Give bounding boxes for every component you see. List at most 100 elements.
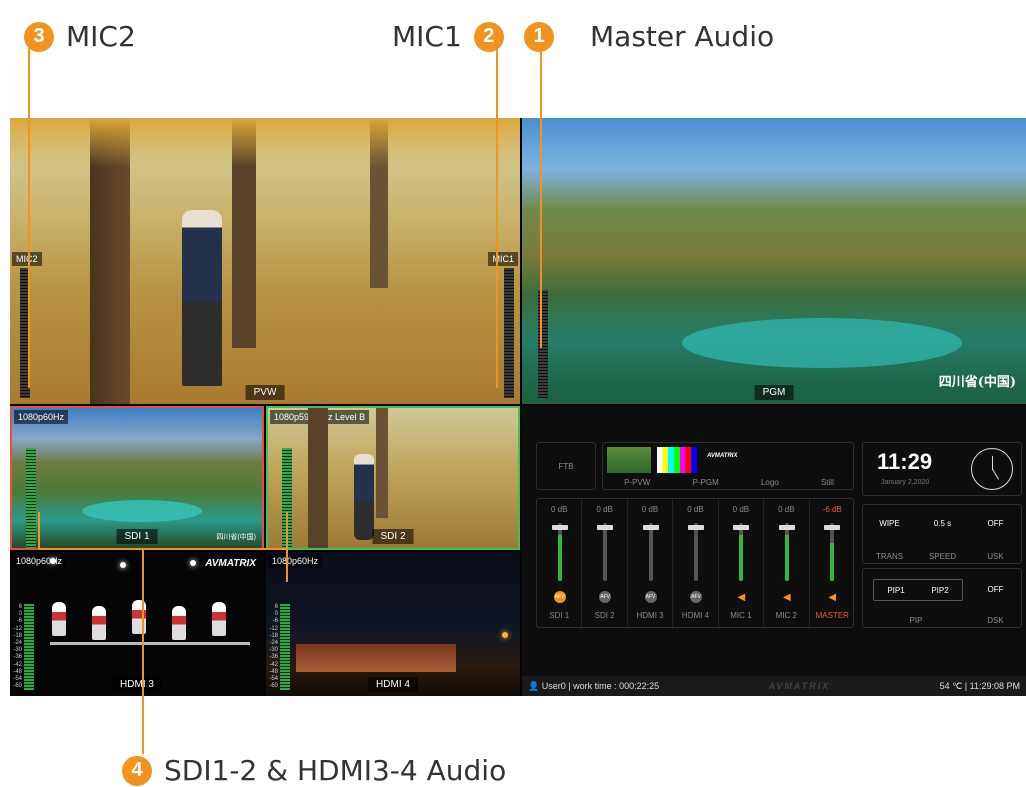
audio-mixer: 0 dB AFV SDI 10 dB AFV SDI 20 dB AFV HDMI 30 d… [536, 498, 855, 629]
fader-track[interactable] [603, 523, 608, 581]
fader-knob[interactable] [733, 525, 750, 530]
fader-track[interactable] [784, 523, 789, 581]
sdi2-label: SDI 2 [372, 529, 414, 544]
pip-group: PIP1 PIP2 [873, 579, 963, 601]
format-tag: 1080p60Hz [14, 410, 69, 424]
sdi1-label: SDI 1 [116, 529, 158, 544]
stage-light [120, 562, 126, 568]
source-tile-hdmi4[interactable]: 1080p60Hz 6 0 -6 -12 -18 -24 -30 -36 -42 -48 -54… [266, 552, 520, 696]
channel-name: HDMI 4 [681, 611, 710, 620]
callout-mic1: MIC1 2 [392, 20, 504, 53]
channel-name: HDMI 3 [636, 611, 664, 620]
callout-line-mic1 [496, 48, 498, 388]
dsk-label: DSK [987, 616, 1004, 625]
hdmi4-level-meter [280, 604, 290, 690]
speaker-icon[interactable]: ◀ [826, 591, 838, 603]
temp-time: 54 ℃ | 11:29:08 PM [939, 680, 1020, 691]
channel-db: 0 dB [550, 505, 568, 514]
pgm-watermark: 四川省(中国) [938, 375, 1016, 390]
ftb-button[interactable]: FTB [536, 442, 596, 490]
speed-value[interactable]: 0.5 s [916, 519, 969, 528]
dancer [212, 602, 226, 636]
multiview-screen: MIC2 MIC1 PVW 四川省(中国) PGM 1080p60Hz 四川省(… [10, 118, 1026, 696]
channel-strip-hdmi3: 0 dB AFV HDMI 3 [628, 499, 674, 629]
speaker-icon[interactable]: ◀ [781, 591, 793, 603]
callout-master-audio: 1 Master Audio [524, 20, 774, 53]
fader-track[interactable] [693, 523, 698, 581]
channel-db: 0 dB [732, 505, 750, 514]
callout-badge: 2 [473, 21, 504, 52]
transition-panel: WIPE 0.5 s OFF TRANS SPEED USK [862, 504, 1022, 564]
fader-knob[interactable] [642, 525, 659, 530]
trans-label: TRANS [875, 552, 904, 561]
clock-panel: 11:29 January 2,2020 [862, 442, 1022, 496]
preview-window[interactable]: MIC2 MIC1 PVW [10, 118, 520, 404]
afv-button[interactable]: AFV [553, 591, 566, 603]
channel-strip-sdi1: 0 dB AFV SDI 1 [537, 499, 583, 629]
hdmi3-label: HDMI 3 [112, 677, 162, 692]
stage-light [190, 560, 196, 566]
source-tile-sdi2[interactable]: 1080p59.94Hz Level B SDI 2 [266, 406, 520, 550]
usk-toggle[interactable]: OFF [969, 519, 1022, 528]
dancer [172, 606, 186, 640]
channel-name: MASTER [815, 611, 849, 620]
callout-label: MIC1 [392, 20, 462, 53]
callout-line-sources [38, 548, 286, 550]
callout-badge: 3 [24, 21, 54, 52]
logo-label: Logo [760, 478, 779, 487]
channel-db: 0 dB [687, 505, 704, 514]
source-tile-hdmi3[interactable]: 1080p60Hz AVMATRIX 6 0 -6 -12 -18 -24 -30 -36 … [10, 552, 264, 696]
fader-knob[interactable] [778, 525, 795, 530]
callout-label: SDI1-2 & HDMI3-4 Audio [164, 754, 507, 787]
channel-strip-master: -6 dB ◀ MASTER [810, 499, 855, 629]
still-label: Still [820, 478, 834, 487]
person-figure [354, 454, 374, 540]
p-pgm-thumbnail[interactable] [657, 447, 697, 473]
channel-db: 0 dB [596, 505, 613, 514]
fader-track[interactable] [648, 523, 653, 581]
dancer [52, 602, 66, 636]
street-light [502, 632, 508, 638]
speaker-icon[interactable]: ◀ [735, 591, 747, 603]
source-tile-sdi1[interactable]: 1080p60Hz 四川省(中国) SDI 1 [10, 406, 264, 550]
fader-knob[interactable] [551, 525, 568, 530]
fader-knob[interactable] [597, 525, 614, 530]
channel-db: 0 dB [778, 505, 795, 514]
callout-source-audio: 4 SDI1-2 & HDMI3-4 Audio [122, 754, 506, 787]
fader-track[interactable] [830, 523, 835, 581]
person-figure [182, 210, 222, 386]
channel-name: MIC 2 [775, 611, 798, 620]
p-pvw-label: P-PVW [624, 478, 651, 487]
callout-line-mic2 [28, 48, 30, 388]
fader-knob[interactable] [824, 525, 841, 530]
p-pvw-thumbnail[interactable] [607, 447, 651, 473]
channel-name: SDI 1 [549, 611, 570, 620]
pip1-button[interactable]: PIP1 [887, 586, 904, 595]
afv-button[interactable]: AFV [644, 591, 657, 603]
channel-db: -6 dB [822, 505, 842, 514]
tree-trunk [308, 408, 328, 548]
callout-label: MIC2 [66, 20, 136, 53]
tree-trunk [376, 408, 388, 518]
afv-button[interactable]: AFV [689, 591, 702, 603]
wipe-button[interactable]: WIPE [863, 519, 916, 528]
turquoise-water [82, 500, 202, 522]
channel-strip-mic2: 0 dB ◀ MIC 2 [764, 499, 810, 629]
ftb-label: FTB [558, 461, 574, 471]
afv-button[interactable]: AFV [599, 591, 612, 603]
fader-track[interactable] [739, 523, 744, 581]
program-window[interactable]: 四川省(中国) PGM [522, 118, 1026, 404]
mic2-tag: MIC2 [12, 252, 42, 266]
speed-label: SPEED [928, 552, 957, 561]
logo-thumbnail[interactable]: AVMATRIX [707, 453, 737, 459]
format-tag: 1080p60Hz [268, 554, 323, 568]
user-status-text: User0 | work time : 000:22:25 [541, 680, 660, 691]
callout-line-sources [142, 548, 144, 754]
usk-label: USK [987, 552, 1004, 561]
fader-track[interactable] [557, 523, 562, 581]
pip2-button[interactable]: PIP2 [931, 586, 948, 595]
dsk-toggle[interactable]: OFF [969, 585, 1022, 594]
fader-knob[interactable] [687, 525, 704, 530]
hdmi3-logo: AVMATRIX [205, 558, 256, 569]
format-tag: 1080p60Hz [12, 554, 67, 568]
